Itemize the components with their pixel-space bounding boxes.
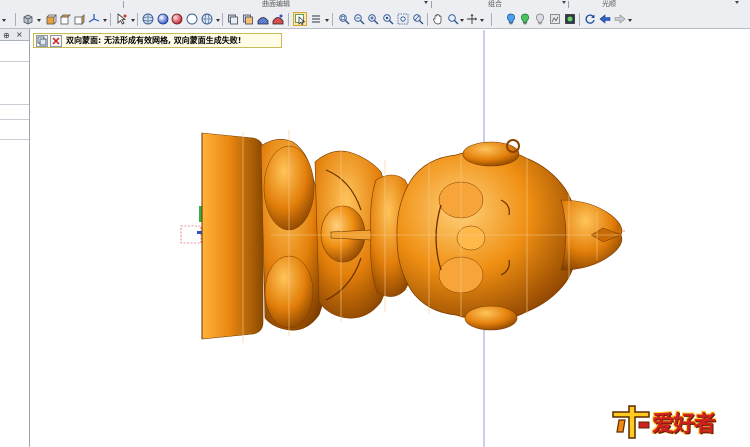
- model-scene[interactable]: [31, 30, 750, 447]
- toolbar-separator: [222, 13, 223, 26]
- pin-icon[interactable]: ⊕: [3, 31, 10, 40]
- back-arrow-icon[interactable]: [598, 12, 612, 26]
- select-arrow-icon[interactable]: [115, 12, 129, 26]
- toolbar-separator: [332, 13, 333, 26]
- watermark-logo: 爱好者: [609, 398, 749, 442]
- toolbar-separator: [110, 13, 111, 26]
- 3d-viewport[interactable]: 双向蒙面: 无法形成有效网格, 双向蒙面生成失败! 爱好者: [31, 30, 750, 447]
- dropdown-arrow[interactable]: [37, 19, 41, 22]
- close-icon[interactable]: ×: [16, 30, 23, 39]
- zoom-select-icon[interactable]: [396, 12, 410, 26]
- watermark-text: 爱好者: [652, 412, 716, 437]
- dropdown-arrow[interactable]: [131, 19, 135, 22]
- group-dropdown-arrow[interactable]: [735, 1, 739, 4]
- cube-side-icon[interactable]: [72, 12, 86, 26]
- sphere-red-icon[interactable]: [170, 12, 184, 26]
- light-blue-icon[interactable]: [504, 12, 518, 26]
- cube-top-icon[interactable]: [58, 12, 72, 26]
- light-green-icon[interactable]: [518, 12, 532, 26]
- model-ear: [464, 305, 518, 331]
- error-x-icon[interactable]: [50, 34, 62, 47]
- carpenter-logo-icon: [612, 405, 650, 439]
- group-title-combine: 组合: [488, 0, 502, 8]
- error-message-text: 双向蒙面: 无法形成有效网格, 双向蒙面生成失败!: [66, 36, 242, 45]
- sphere-blank-icon[interactable]: [185, 12, 199, 26]
- toolbar-separator: [427, 13, 428, 26]
- dropdown-arrow[interactable]: [103, 19, 107, 22]
- light-off-icon[interactable]: [533, 12, 547, 26]
- toolbar-separator: [288, 13, 289, 26]
- rotate-view-icon[interactable]: [465, 12, 479, 26]
- zoom-out-icon[interactable]: [352, 12, 366, 26]
- zoom-in-icon[interactable]: [366, 12, 380, 26]
- list-options-icon[interactable]: [309, 12, 323, 26]
- toolbar-group-titles: 曲面编辑 组合 光顺: [0, 0, 750, 9]
- model-ear: [462, 141, 520, 167]
- layer-stack-icon[interactable]: [226, 12, 240, 26]
- model-base: [201, 132, 264, 340]
- toolbar-separator: [491, 13, 492, 26]
- selection-box: [180, 225, 202, 244]
- zoom-dynamic-icon[interactable]: [411, 12, 425, 26]
- group-dropdown-arrow[interactable]: [424, 1, 428, 4]
- refresh-icon[interactable]: [583, 12, 597, 26]
- dropdown-arrow[interactable]: [325, 19, 329, 22]
- sphere-outline-icon[interactable]: [141, 12, 155, 26]
- dropdown-arrow[interactable]: [216, 19, 220, 22]
- left-panel-header: ⊕ ×: [0, 29, 29, 41]
- zoom-window-icon[interactable]: [337, 12, 351, 26]
- sphere-shaded-icon[interactable]: [156, 12, 170, 26]
- axis-gizmo: [197, 231, 202, 234]
- surface-shade-icon[interactable]: [271, 12, 285, 26]
- group-title-smooth: 光顺: [602, 0, 616, 8]
- group-dropdown-arrow[interactable]: [562, 1, 566, 4]
- left-dock-panel: ⊕ ×: [0, 29, 30, 447]
- sphere-grid-icon[interactable]: [200, 12, 214, 26]
- axis-view-icon[interactable]: [87, 12, 101, 26]
- panel-divider: [0, 119, 29, 120]
- toolbar-separator: [579, 13, 580, 26]
- zoom-fit-icon[interactable]: [381, 12, 395, 26]
- group-separator: [123, 1, 124, 8]
- error-message-bar: 双向蒙面: 无法形成有效网格, 双向蒙面生成失败!: [33, 33, 282, 48]
- group-title-surface-edit: 曲面编辑: [262, 0, 290, 8]
- cube-front-icon[interactable]: [44, 12, 58, 26]
- dropdown-arrow[interactable]: [2, 19, 6, 22]
- surface-select-icon[interactable]: [293, 12, 307, 26]
- panel-divider: [0, 139, 29, 140]
- forward-arrow-icon[interactable]: [613, 12, 627, 26]
- dropdown-arrow[interactable]: [480, 19, 484, 22]
- copy-icon[interactable]: [36, 34, 48, 47]
- dropdown-arrow[interactable]: [628, 19, 632, 22]
- main-toolbar: 曲面编辑 组合 光顺: [0, 0, 750, 29]
- pan-hand-icon[interactable]: [431, 12, 445, 26]
- toolbar-separator: [137, 13, 138, 26]
- group-separator: [568, 1, 569, 8]
- panel-divider: [0, 104, 29, 105]
- dropdown-arrow[interactable]: [460, 19, 464, 22]
- texture-icon[interactable]: [548, 12, 562, 26]
- toolbar-separator: [15, 13, 16, 26]
- toolbar-buttons: [0, 11, 750, 28]
- box-view-icon[interactable]: [21, 12, 35, 26]
- texture-icon[interactable]: [563, 12, 577, 26]
- layer-move-icon[interactable]: [241, 12, 255, 26]
- group-separator: [431, 1, 432, 8]
- panel-divider: [0, 61, 29, 62]
- zoom-in-icon[interactable]: [446, 12, 460, 26]
- surface-shade-icon[interactable]: [256, 12, 270, 26]
